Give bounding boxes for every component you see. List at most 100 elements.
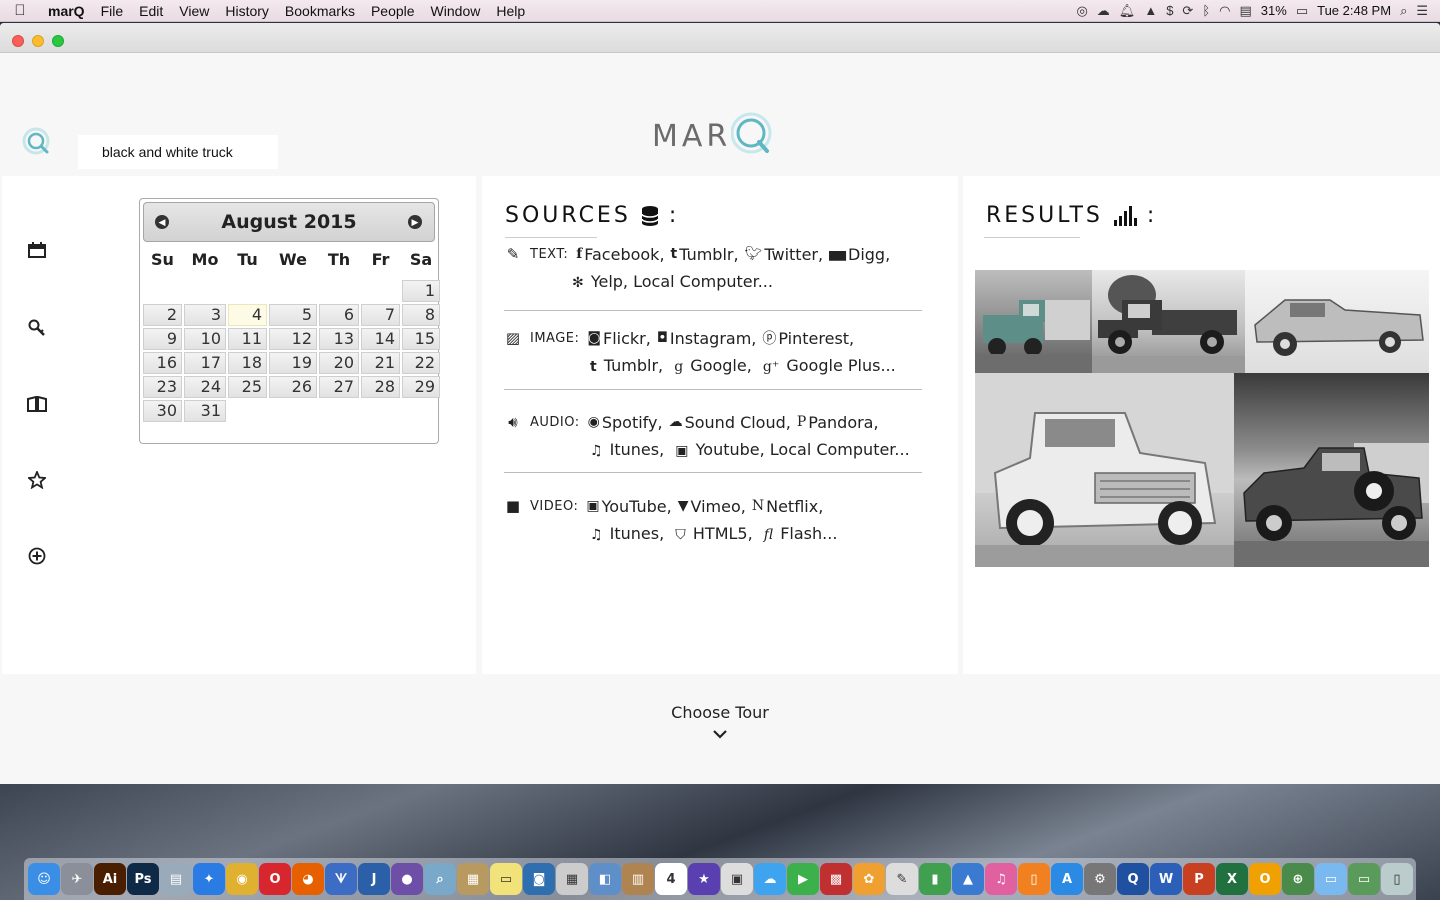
calendar-day[interactable]: 6 [319, 304, 359, 326]
source-itunes-audio[interactable]: Itunes, [610, 440, 665, 459]
source-itunes-video[interactable]: Itunes, [610, 524, 665, 543]
illustrator-icon[interactable]: Ai [94, 863, 126, 895]
textedit-icon[interactable]: ✎ [886, 863, 918, 895]
calendar-day[interactable]: 26 [269, 376, 317, 398]
downloads-icon[interactable]: ▭ [1348, 863, 1380, 895]
calendar-day[interactable]: 8 [402, 304, 440, 326]
calendar-day[interactable]: 28 [361, 376, 400, 398]
source-google[interactable]: Google, [690, 356, 752, 375]
calendar-day[interactable]: 9 [143, 328, 182, 350]
search-status-icon[interactable]: ◎ [1076, 3, 1087, 19]
source-pandora[interactable]: Pandora, [808, 413, 878, 432]
source-html5[interactable]: HTML5, [693, 524, 753, 543]
safari-icon[interactable]: ✦ [193, 863, 225, 895]
search-icon[interactable] [20, 125, 54, 159]
cloud-status-icon[interactable]: ☁ [1097, 3, 1110, 19]
apple-menu-icon[interactable]:  [0, 2, 40, 19]
source-youtube-video[interactable]: YouTube, [602, 497, 672, 516]
powerpoint-icon[interactable]: P [1183, 863, 1215, 895]
source-spotify[interactable]: Spotify, [602, 413, 663, 432]
github-icon[interactable]: ● [391, 863, 423, 895]
imovie-icon[interactable]: ★ [688, 863, 720, 895]
menu-view[interactable]: View [171, 3, 217, 19]
calendar-day[interactable]: 17 [184, 352, 226, 374]
calendar-day[interactable]: 10 [184, 328, 226, 350]
choose-tour-label[interactable]: Choose Tour [671, 703, 769, 722]
ibooks-icon[interactable]: ▯ [1018, 863, 1050, 895]
notification-center-icon[interactable]: ☰ [1416, 3, 1428, 19]
source-vimeo[interactable]: Vimeo, [691, 497, 746, 516]
calendar-day[interactable]: 7 [361, 304, 400, 326]
calendar-day-today[interactable]: 4 [228, 304, 267, 326]
finder-icon[interactable]: ☺ [28, 863, 60, 895]
word-icon[interactable]: W [1150, 863, 1182, 895]
network-icon[interactable]: ⊕ [1282, 863, 1314, 895]
chrome-icon[interactable]: ◉ [226, 863, 258, 895]
result-image[interactable] [1245, 270, 1429, 373]
calendar-day[interactable]: 30 [143, 400, 182, 422]
numbers-icon[interactable]: ▮ [919, 863, 951, 895]
source-tumblr-text[interactable]: Tumblr, [679, 245, 738, 264]
opera-icon[interactable]: O [259, 863, 291, 895]
menu-history[interactable]: History [217, 3, 277, 19]
trash-icon[interactable]: ▯ [1381, 863, 1413, 895]
menu-edit[interactable]: Edit [131, 3, 171, 19]
menu-app-name[interactable]: marQ [40, 3, 93, 19]
menu-file[interactable]: File [93, 3, 132, 19]
chevron-down-icon[interactable] [0, 724, 1440, 743]
bluetooth-icon[interactable]: ᛒ [1202, 3, 1210, 18]
appstore-icon[interactable]: A [1051, 863, 1083, 895]
calendar-day[interactable]: 11 [228, 328, 267, 350]
source-google-plus[interactable]: Google Plus... [786, 356, 895, 375]
calendar-day[interactable]: 16 [143, 352, 182, 374]
source-pinterest[interactable]: Pinterest, [778, 329, 854, 348]
photos-icon[interactable]: ✿ [853, 863, 885, 895]
window-maximize-button[interactable] [52, 35, 64, 47]
window-minimize-button[interactable] [32, 35, 44, 47]
drive-icon[interactable]: ▲ [1144, 3, 1157, 18]
calendar-dock-icon[interactable]: 4 [655, 863, 687, 895]
wifi-tool-icon[interactable]: ᗐ [325, 863, 357, 895]
clock[interactable]: Tue 2:48 PM [1317, 3, 1391, 18]
magnifier-icon[interactable]: ⌕ [424, 863, 456, 895]
calendar-day[interactable]: 19 [269, 352, 317, 374]
itunes-icon[interactable]: ♫ [985, 863, 1017, 895]
calendar-day[interactable]: 23 [143, 376, 182, 398]
choose-tour[interactable]: Choose Tour [0, 703, 1440, 743]
calendar-day[interactable]: 15 [402, 328, 440, 350]
calendar-day[interactable]: 27 [319, 376, 359, 398]
prev-month-button[interactable]: ◀ [155, 215, 169, 229]
source-facebook[interactable]: Facebook, [584, 245, 664, 264]
photo-booth-icon[interactable]: ▩ [820, 863, 852, 895]
firefox-icon[interactable]: ◕ [292, 863, 324, 895]
calendar-day[interactable]: 5 [269, 304, 317, 326]
calendar-day[interactable]: 14 [361, 328, 400, 350]
battery-percent[interactable]: 31% [1261, 3, 1287, 18]
book-icon[interactable] [26, 393, 48, 415]
source-yelp-local[interactable]: Yelp, Local Computer... [591, 272, 773, 291]
next-month-button[interactable]: ▶ [408, 215, 422, 229]
box-icon[interactable]: ▦ [457, 863, 489, 895]
calendar-day[interactable]: 18 [228, 352, 267, 374]
notification-icon[interactable]: 🔔︎ [1119, 3, 1136, 19]
dollar-icon[interactable]: $ [1166, 3, 1173, 18]
source-tumblr-image[interactable]: Tumblr, [604, 356, 663, 375]
ooo-icon[interactable]: O [1249, 863, 1281, 895]
scanner-icon[interactable]: ▤ [160, 863, 192, 895]
source-flash[interactable]: Flash... [780, 524, 837, 543]
source-netflix[interactable]: Netflix, [766, 497, 823, 516]
calendar-icon[interactable] [26, 239, 48, 261]
source-youtube-local[interactable]: Youtube, Local Computer... [696, 440, 910, 459]
wifi-icon[interactable]: ◠ [1219, 3, 1230, 19]
quicktime-icon[interactable]: Q [1117, 863, 1149, 895]
result-image[interactable] [1234, 373, 1429, 567]
calendar-day[interactable]: 3 [184, 304, 226, 326]
calendar-day[interactable]: 1 [402, 280, 440, 302]
photoshop-icon[interactable]: Ps [127, 863, 159, 895]
calendar-day[interactable]: 25 [228, 376, 267, 398]
source-twitter[interactable]: Twitter, [764, 245, 823, 264]
calculator-icon[interactable]: ▦ [556, 863, 588, 895]
menu-bookmarks[interactable]: Bookmarks [277, 3, 363, 19]
system-prefs-icon[interactable]: ⚙ [1084, 863, 1116, 895]
result-image[interactable] [975, 270, 1092, 373]
